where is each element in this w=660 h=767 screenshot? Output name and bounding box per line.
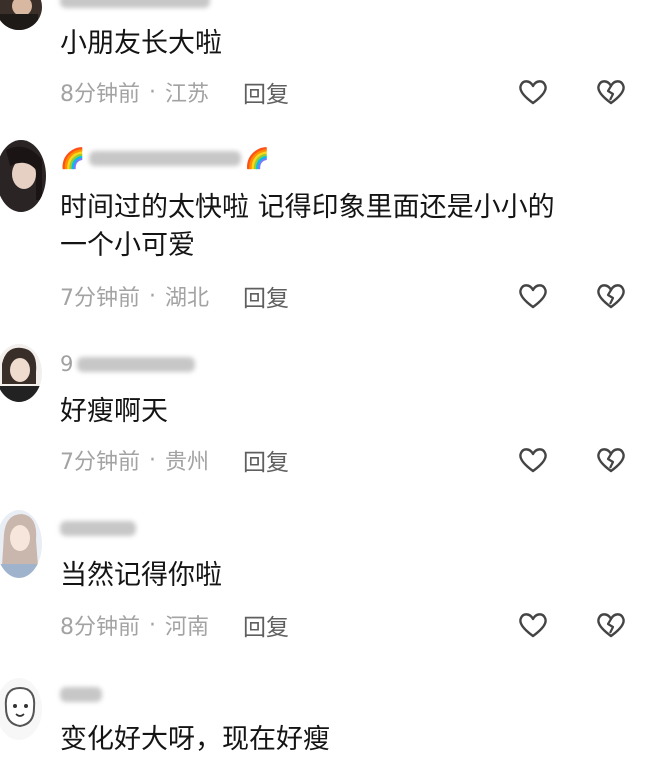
username-blurred [88, 150, 241, 166]
broken-heart-icon[interactable] [596, 282, 626, 310]
comment-time: 8分钟前 [60, 82, 140, 107]
comment-item: 当然记得你啦 8分钟前 · 河南 回复 [0, 508, 660, 656]
rainbow-icon: 🌈 [60, 146, 85, 170]
comment-item: 9 好瘦啊天 7分钟前 · 贵州 回复 [0, 342, 660, 492]
comment-time: 7分钟前 [60, 450, 140, 475]
avatar[interactable] [0, 0, 42, 30]
comment-location: 河南 [165, 615, 210, 640]
broken-heart-icon[interactable] [596, 78, 626, 106]
reply-button[interactable]: 回复 [243, 75, 289, 109]
comment-text: 当然记得你啦 [60, 560, 222, 591]
username[interactable] [60, 516, 136, 540]
reply-button[interactable]: 回复 [243, 443, 289, 477]
comment-item: 小朋友长大啦 8分钟前 · 江苏 回复 [0, 0, 660, 120]
meta-separator: · [149, 612, 156, 638]
broken-heart-icon[interactable] [596, 446, 626, 474]
avatar[interactable] [0, 344, 42, 402]
comment-list: 小朋友长大啦 8分钟前 · 江苏 回复 🌈 🌈 时间过的太快啦 记得印象里面还是… [0, 0, 660, 767]
username[interactable] [60, 0, 210, 12]
comment-location: 湖北 [165, 286, 210, 311]
meta-separator: · [149, 447, 156, 473]
comment-location: 贵州 [165, 450, 210, 475]
username[interactable] [60, 682, 102, 706]
comment-text-line: 一个小可爱 [60, 230, 195, 261]
comment-time: 7分钟前 [60, 286, 140, 311]
comment-text: 小朋友长大啦 [60, 28, 222, 59]
username-blurred [77, 356, 196, 372]
comment-item: 变化好大呀，现在好瘦 [0, 676, 660, 767]
comment-text: 好瘦啊天 [60, 396, 168, 427]
comment-meta: 8分钟前 · 河南 回复 [60, 608, 289, 642]
username-blurred [60, 520, 136, 536]
comment-location: 江苏 [165, 82, 210, 107]
comment-meta: 7分钟前 · 湖北 回复 [60, 279, 289, 313]
comment-meta: 8分钟前 · 江苏 回复 [60, 75, 289, 109]
heart-outline-icon[interactable] [518, 611, 548, 639]
username-blurred [60, 0, 210, 8]
avatar[interactable] [0, 140, 46, 212]
comment-time: 8分钟前 [60, 615, 140, 640]
username-prefix: 9 [60, 352, 74, 376]
comment-text-line: 时间过的太快啦 记得印象里面还是小小的 [60, 192, 555, 223]
reply-button[interactable]: 回复 [243, 608, 289, 642]
heart-outline-icon[interactable] [518, 282, 548, 310]
reply-button[interactable]: 回复 [243, 279, 289, 313]
comment-text: 变化好大呀，现在好瘦 [60, 724, 330, 755]
avatar[interactable] [0, 510, 42, 578]
comment-meta: 7分钟前 · 贵州 回复 [60, 443, 289, 477]
username-blurred [60, 686, 102, 702]
username[interactable]: 9 [60, 352, 196, 376]
heart-outline-icon[interactable] [518, 78, 548, 106]
comment-item: 🌈 🌈 时间过的太快啦 记得印象里面还是小小的 一个小可爱 7分钟前 · 湖北 … [0, 138, 660, 318]
broken-heart-icon[interactable] [596, 611, 626, 639]
meta-separator: · [149, 79, 156, 105]
username[interactable]: 🌈 🌈 [60, 146, 270, 170]
rainbow-icon: 🌈 [244, 146, 270, 170]
meta-separator: · [149, 283, 156, 309]
heart-outline-icon[interactable] [518, 446, 548, 474]
avatar[interactable] [0, 678, 42, 740]
